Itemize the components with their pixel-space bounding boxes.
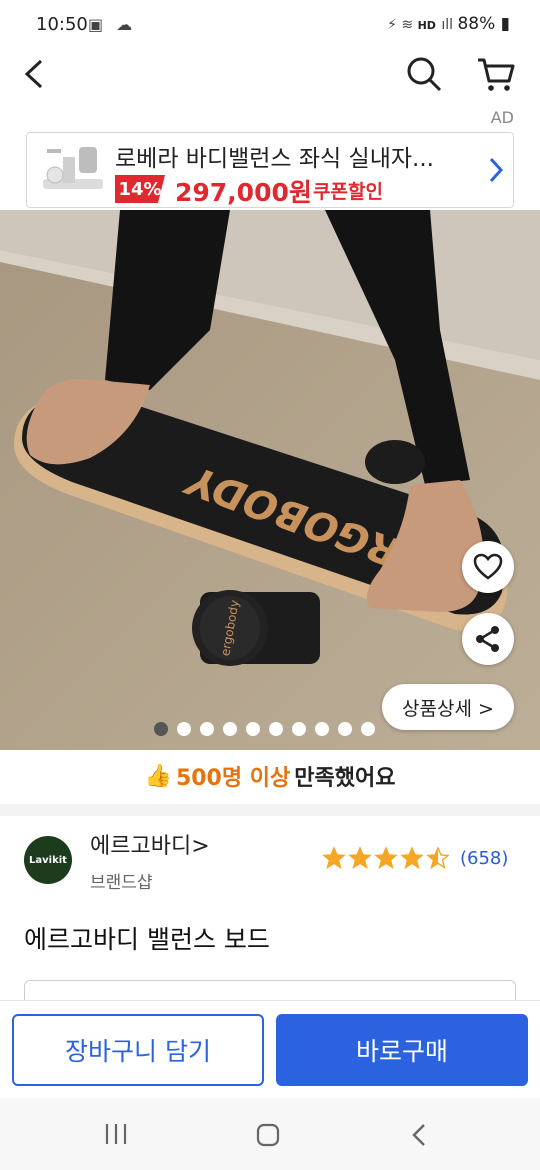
search-button[interactable] bbox=[402, 52, 446, 96]
back-nav-icon[interactable] bbox=[410, 1122, 428, 1148]
star-icon bbox=[348, 846, 372, 870]
add-to-cart-button[interactable]: 장바구니 담기 bbox=[12, 1014, 264, 1086]
pagination-dot[interactable] bbox=[223, 722, 237, 736]
pagination-dot[interactable] bbox=[315, 722, 329, 736]
ad-label: AD bbox=[490, 108, 514, 127]
cart-button[interactable] bbox=[474, 52, 518, 96]
ad-price: 297,000원 bbox=[175, 178, 312, 207]
pagination-dot[interactable] bbox=[200, 722, 214, 736]
brand-shop-label: 브랜드샵 bbox=[90, 873, 153, 893]
ad-title: 로베라 바디밸런스 좌식 실내자... bbox=[115, 146, 434, 172]
back-arrow-icon bbox=[24, 59, 43, 89]
cart-icon bbox=[478, 58, 515, 91]
status-right: ⚡ ≋ HD ıll 88% ▮ bbox=[387, 14, 510, 34]
heart-icon bbox=[473, 553, 503, 580]
pagination-dot[interactable] bbox=[269, 722, 283, 736]
brand-name-link[interactable]: 에르고바디> bbox=[90, 828, 210, 860]
star-icon bbox=[374, 846, 398, 870]
share-icon bbox=[476, 626, 499, 652]
ad-discount-badge: 14% bbox=[115, 175, 165, 203]
product-title: 에르고바디 밸런스 보드 bbox=[24, 925, 270, 954]
battery-icon: ▮ bbox=[500, 14, 510, 34]
thumbs-up-icon: 👍 bbox=[144, 763, 172, 789]
pagination-dot[interactable] bbox=[246, 722, 260, 736]
ad-banner[interactable]: 로베라 바디밸런스 좌식 실내자... 14% 297,000원 쿠폰할인 bbox=[26, 132, 514, 208]
satisfaction-count: 500명 이상 bbox=[175, 766, 291, 791]
pagination-dot[interactable] bbox=[292, 722, 306, 736]
signal-icons: ⚡ ≋ bbox=[387, 17, 418, 33]
cell-signal-icon: ıll bbox=[441, 17, 458, 33]
home-icon[interactable] bbox=[255, 1122, 281, 1148]
ad-coupon-label: 쿠폰할인 bbox=[313, 181, 383, 203]
ad-product-thumbnail bbox=[35, 139, 113, 201]
star-icon bbox=[400, 846, 424, 870]
share-button[interactable] bbox=[462, 613, 514, 665]
pagination-dot[interactable] bbox=[154, 722, 168, 736]
section-divider bbox=[0, 804, 540, 816]
system-nav-bar bbox=[0, 1098, 540, 1170]
wishlist-button[interactable] bbox=[462, 541, 514, 593]
product-image[interactable]: ergobody ERGOBODY bbox=[0, 210, 540, 750]
star-icon bbox=[322, 846, 346, 870]
chevron-right-icon bbox=[489, 157, 504, 183]
battery-level: 88% bbox=[457, 14, 496, 34]
star-icon bbox=[426, 846, 450, 870]
buy-now-button[interactable]: 바로구매 bbox=[276, 1014, 528, 1086]
network-label: HD bbox=[417, 19, 436, 32]
pagination-dot[interactable] bbox=[177, 722, 191, 736]
pagination-dot[interactable] bbox=[361, 722, 375, 736]
recent-apps-icon[interactable] bbox=[104, 1122, 128, 1146]
status-notification-icons: ▣ ☁ bbox=[88, 15, 137, 34]
pagination-dot[interactable] bbox=[338, 722, 352, 736]
back-button[interactable] bbox=[12, 52, 56, 96]
rating-stars bbox=[322, 846, 450, 870]
review-count[interactable]: (658) bbox=[460, 848, 508, 869]
status-time: 10:50 bbox=[36, 14, 88, 35]
status-bar: 10:50 ▣ ☁ ⚡ ≋ HD ıll 88% ▮ bbox=[0, 0, 540, 52]
satisfaction-banner: 👍 500명 이상 만족했어요 bbox=[0, 756, 540, 796]
satisfaction-text: 만족했어요 bbox=[294, 766, 396, 791]
product-detail-button[interactable]: 상품상세 > bbox=[382, 684, 514, 730]
image-pagination-dots[interactable] bbox=[154, 722, 394, 736]
search-icon bbox=[407, 57, 442, 92]
brand-logo[interactable]: Lavikit bbox=[24, 836, 72, 884]
